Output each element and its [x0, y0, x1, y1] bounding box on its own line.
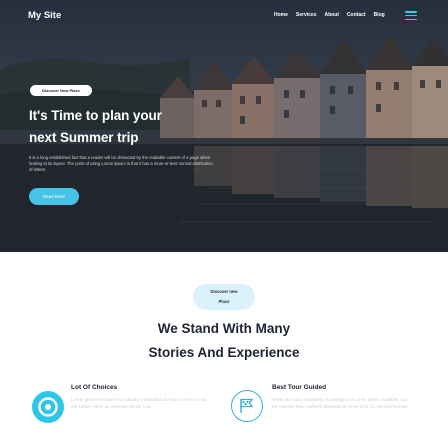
compass-icon	[32, 391, 64, 423]
hero-description: It is a long established fact that a rea…	[29, 155, 213, 173]
feature-title-tour: Best Tour Guided	[272, 384, 327, 391]
feature-text-choices: Lorem Ipsum has been the industry's stan…	[71, 397, 207, 409]
hero-section: My Site Home Services About Contact Blog…	[0, 0, 448, 252]
nav-item-about[interactable]: About	[324, 12, 338, 18]
hero-title-line1: It's Time to plan your	[29, 108, 162, 123]
section-title-line1: We Stand With Many	[157, 321, 291, 336]
section-title-line2: Stories And Experience	[148, 345, 300, 360]
flag-icon	[231, 390, 263, 422]
hero-background-image	[0, 0, 448, 252]
feature-text-tour: There are many variations of passages of…	[272, 397, 408, 409]
site-logo[interactable]: My Site	[28, 10, 61, 21]
top-navbar: My Site Home Services About Contact Blog	[0, 0, 448, 34]
feature-title-choices: Lot Of Choices	[71, 384, 118, 391]
hero-title-line2: next Summer trip	[29, 130, 139, 145]
section-tag-line2: Place	[218, 299, 230, 304]
nav-menu: Home Services About Contact Blog	[274, 12, 385, 18]
hamburger-menu-icon[interactable]	[405, 11, 417, 21]
read-more-button[interactable]: Read More	[29, 188, 79, 205]
nav-item-contact[interactable]: Contact	[347, 12, 366, 18]
hero-tag-badge: Discover New Place	[30, 85, 92, 96]
section-tag-line1: Discover new	[210, 289, 238, 294]
nav-item-blog[interactable]: Blog	[374, 12, 385, 18]
nav-item-home[interactable]: Home	[274, 12, 288, 18]
section-tag-badge: Discover new Place	[193, 284, 255, 310]
nav-item-services[interactable]: Services	[296, 12, 317, 18]
